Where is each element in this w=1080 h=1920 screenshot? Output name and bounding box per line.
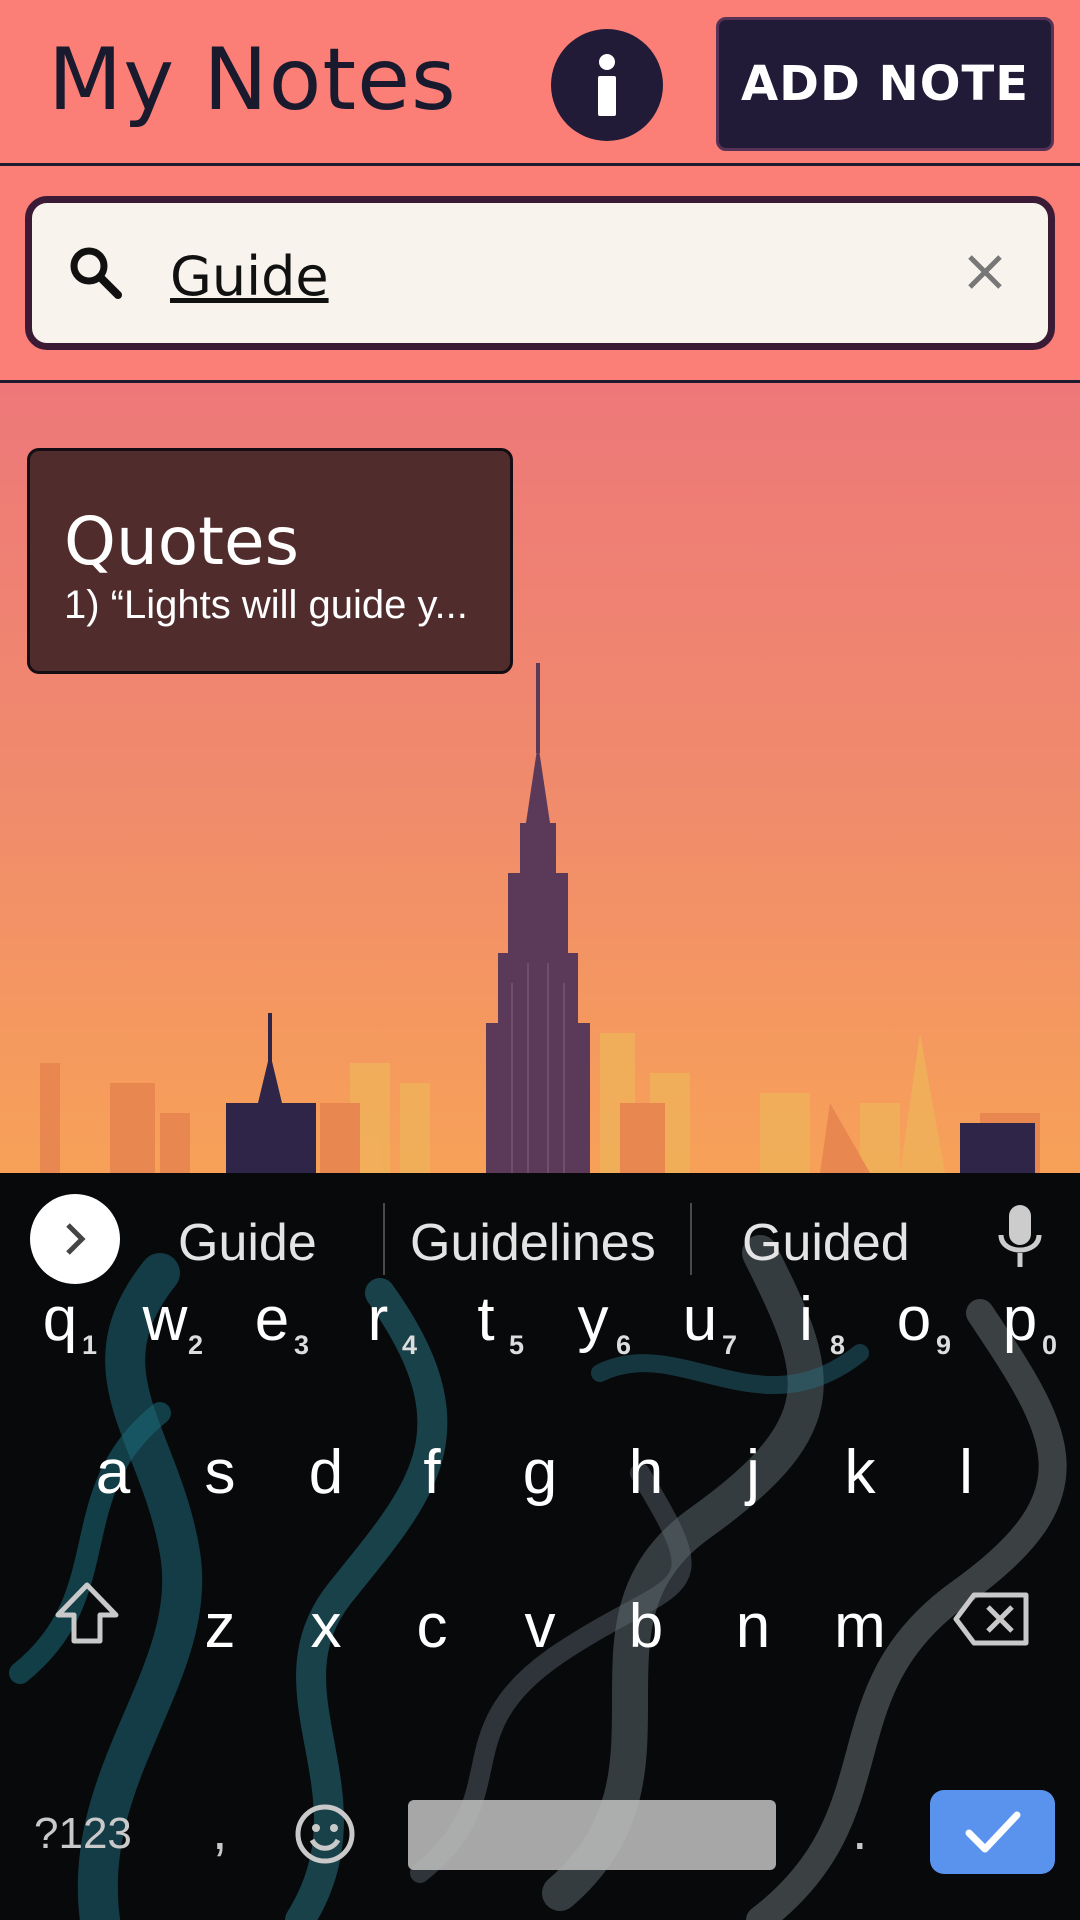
app-header: My Notes ADD NOTE [0,0,1080,166]
enter-button[interactable] [930,1790,1055,1874]
key-d[interactable]: d [276,1418,376,1528]
clear-icon[interactable] [962,249,1008,295]
hint-8: 8 [830,1330,846,1360]
space-bar[interactable] [408,1800,776,1870]
microphone-icon[interactable] [995,1203,1045,1273]
period-key[interactable]: . [852,1797,868,1862]
hint-3: 3 [294,1330,310,1360]
info-icon [598,54,616,116]
search-bar[interactable] [25,196,1055,350]
soft-keyboard: Guide Guidelines Guided q w e r t y u i … [0,1173,1080,1920]
info-button[interactable] [551,29,663,141]
hint-2: 2 [188,1330,204,1360]
key-l[interactable]: l [916,1418,1016,1528]
hint-0: 0 [1042,1330,1058,1360]
suggestion-2[interactable]: Guidelines [410,1213,656,1273]
add-note-button[interactable]: ADD NOTE [716,17,1054,151]
search-section [0,166,1080,383]
note-preview: 1) “Lights will guide y... [64,583,468,627]
key-m[interactable]: m [810,1572,910,1682]
key-z[interactable]: z [170,1572,270,1682]
backspace-icon[interactable] [952,1591,1032,1647]
search-input[interactable] [170,241,930,311]
hint-4: 4 [402,1330,418,1360]
note-title: Quotes [64,503,300,580]
comma-key[interactable]: , [212,1797,228,1862]
search-icon [70,247,122,299]
key-k[interactable]: k [810,1418,910,1528]
key-f[interactable]: f [382,1418,482,1528]
app-title: My Notes [48,30,457,130]
key-v[interactable]: v [490,1572,590,1682]
hint-9: 9 [936,1330,952,1360]
hint-6: 6 [616,1330,632,1360]
key-x[interactable]: x [276,1572,376,1682]
key-j[interactable]: j [703,1418,803,1528]
suggestion-3[interactable]: Guided [742,1213,910,1273]
key-n[interactable]: n [703,1572,803,1682]
note-card[interactable]: Quotes 1) “Lights will guide y... [27,448,513,674]
symbols-key[interactable]: ?123 [34,1809,132,1859]
key-a[interactable]: a [63,1418,163,1528]
key-g[interactable]: g [490,1418,590,1528]
suggestion-1[interactable]: Guide [178,1213,317,1273]
hint-5: 5 [509,1330,525,1360]
key-b[interactable]: b [596,1572,696,1682]
key-s[interactable]: s [170,1418,270,1528]
key-h[interactable]: h [596,1418,696,1528]
checkmark-icon [965,1811,1020,1853]
key-c[interactable]: c [382,1572,482,1682]
hint-1: 1 [82,1330,98,1360]
hint-7: 7 [722,1330,738,1360]
shift-icon[interactable] [52,1581,122,1647]
chevron-right-icon [66,1223,86,1255]
emoji-icon[interactable] [294,1803,356,1865]
